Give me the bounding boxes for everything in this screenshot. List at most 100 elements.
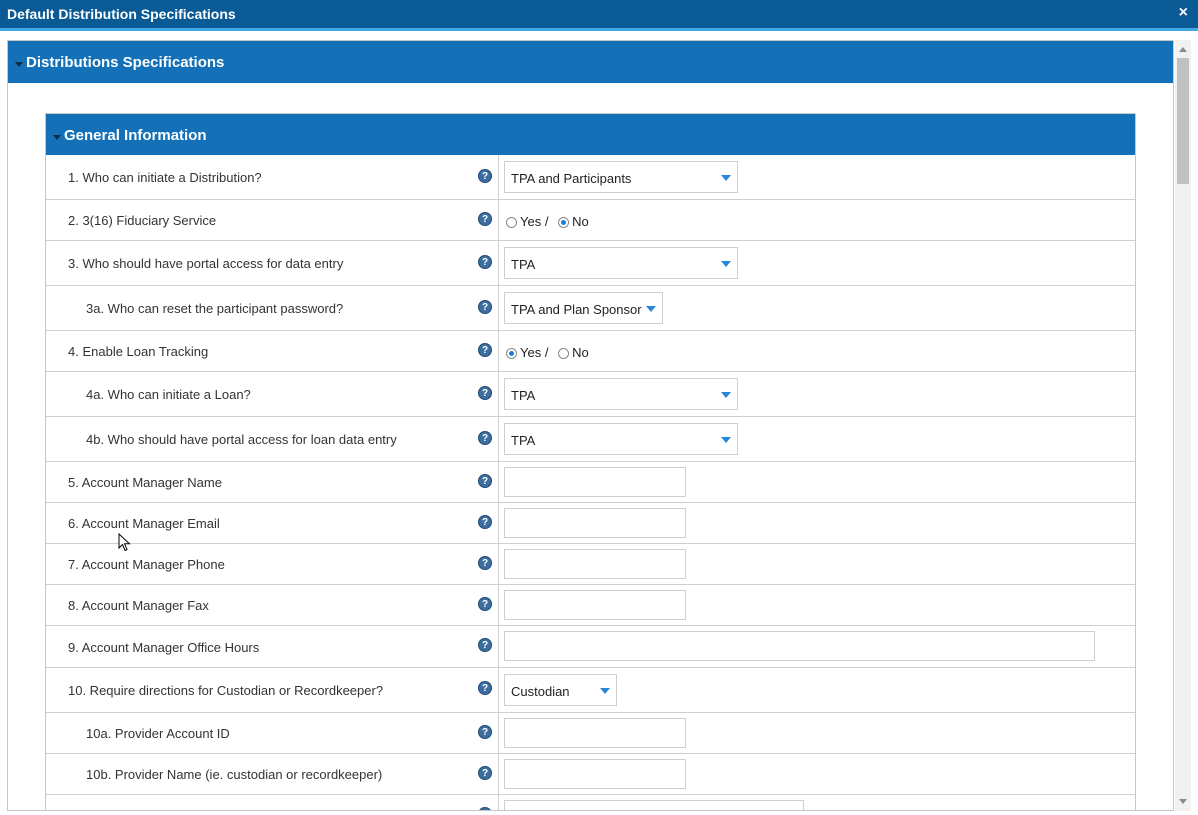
help-icon[interactable]: ? <box>478 300 492 314</box>
select-value: Custodian <box>511 684 570 699</box>
portal-access-select[interactable]: TPA <box>504 247 738 279</box>
chevron-down-icon <box>721 175 731 181</box>
form-row-initiate-distribution: 1. Who can initiate a Distribution? ? TP… <box>46 155 1135 200</box>
provider-account-id-input[interactable] <box>504 718 686 748</box>
radio-no-label: No <box>572 345 589 360</box>
dialog-content: Distributions Specifications General Inf… <box>7 40 1174 811</box>
general-information-panel: General Information 1. Who can initiate … <box>45 113 1136 810</box>
reset-password-select[interactable]: TPA and Plan Sponsor <box>504 292 663 324</box>
help-icon[interactable]: ? <box>478 212 492 226</box>
radio-yes-label: Yes / <box>520 345 549 360</box>
form-row-account-manager-name: 5. Account Manager Name ? <box>46 462 1135 503</box>
help-icon[interactable]: ? <box>478 474 492 488</box>
office-hours-input[interactable] <box>504 631 1095 661</box>
initiate-distribution-select[interactable]: TPA and Participants <box>504 161 738 193</box>
help-icon[interactable]: ? <box>478 556 492 570</box>
form-row-custodian-directions: 10. Require directions for Custodian or … <box>46 668 1135 713</box>
question-label: 4a. Who can initiate a Loan? <box>86 387 251 402</box>
vertical-scrollbar[interactable] <box>1175 40 1191 811</box>
chevron-down-icon <box>646 306 656 312</box>
form-row-loan-tracking: 4. Enable Loan Tracking ? Yes / No <box>46 331 1135 372</box>
form-row-office-hours: 9. Account Manager Office Hours ? <box>46 626 1135 668</box>
chevron-down-icon <box>600 688 610 694</box>
scroll-up-icon[interactable] <box>1179 47 1187 52</box>
select-value: TPA and Plan Sponsor <box>511 302 642 317</box>
question-label: 2. 3(16) Fiduciary Service <box>68 213 217 228</box>
select-value: TPA <box>511 388 536 403</box>
fiduciary-no-radio[interactable] <box>558 217 570 228</box>
help-icon[interactable]: ? <box>478 807 492 810</box>
select-value: TPA and Participants <box>511 171 632 186</box>
caret-down-icon <box>53 135 61 140</box>
fiduciary-yes-radio[interactable] <box>506 217 517 228</box>
question-label: 5. Account Manager Name <box>68 475 222 490</box>
question-label: 7. Account Manager Phone <box>68 557 225 572</box>
mouse-cursor-icon <box>118 533 131 552</box>
help-icon[interactable]: ? <box>478 255 492 269</box>
form-row-account-manager-fax: 8. Account Manager Fax ? <box>46 585 1135 626</box>
panel-header-general-information[interactable]: General Information <box>46 114 1135 155</box>
loan-tracking-radio-group: Yes / No <box>506 345 589 360</box>
form-row-provider-account-id: 10a. Provider Account ID ? <box>46 713 1135 754</box>
account-manager-phone-input[interactable] <box>504 549 686 579</box>
initiate-loan-select[interactable]: TPA <box>504 378 738 410</box>
dialog-title-bar: Default Distribution Specifications × <box>0 0 1198 28</box>
select-value: TPA <box>511 257 536 272</box>
account-manager-email-input[interactable] <box>504 508 686 538</box>
help-icon[interactable]: ? <box>478 725 492 739</box>
title-accent-line <box>0 28 1198 31</box>
help-icon[interactable]: ? <box>478 169 492 183</box>
help-icon[interactable]: ? <box>478 431 492 445</box>
question-label: 8. Account Manager Fax <box>68 598 209 613</box>
radio-yes-label: Yes / <box>520 214 549 229</box>
form-row-reset-password: 3a. Who can reset the participant passwo… <box>46 286 1135 331</box>
help-icon[interactable]: ? <box>478 638 492 652</box>
help-icon[interactable]: ? <box>478 766 492 780</box>
question-label: 6. Account Manager Email <box>68 516 220 531</box>
loan-tracking-no-radio[interactable] <box>558 348 570 359</box>
radio-no-label: No <box>572 214 589 229</box>
help-icon[interactable]: ? <box>478 597 492 611</box>
help-icon[interactable]: ? <box>478 515 492 529</box>
question-label: 3. Who should have portal access for dat… <box>68 256 344 271</box>
panel-title: General Information <box>64 127 207 144</box>
chevron-down-icon <box>721 261 731 267</box>
form-row-account-manager-email: 6. Account Manager Email ? <box>46 503 1135 544</box>
form-row-fiduciary-service: 2. 3(16) Fiduciary Service ? Yes / No <box>46 200 1135 241</box>
chevron-down-icon <box>721 392 731 398</box>
loan-portal-access-select[interactable]: TPA <box>504 423 738 455</box>
form-row-loan-portal-access: 4b. Who should have portal access for lo… <box>46 417 1135 462</box>
help-icon[interactable]: ? <box>478 386 492 400</box>
partial-input[interactable] <box>504 800 804 810</box>
form-row-account-manager-phone: 7. Account Manager Phone ? <box>46 544 1135 585</box>
provider-name-input[interactable] <box>504 759 686 789</box>
section-header-distributions[interactable]: Distributions Specifications <box>8 41 1173 83</box>
question-label: 4b. Who should have portal access for lo… <box>86 432 397 447</box>
question-label: 10b. Provider Name (ie. custodian or rec… <box>86 767 383 782</box>
fiduciary-radio-group: Yes / No <box>506 214 589 229</box>
help-icon[interactable]: ? <box>478 343 492 357</box>
caret-down-icon <box>15 62 23 67</box>
form-row-partial: ? <box>46 795 1135 810</box>
question-label: 3a. Who can reset the participant passwo… <box>86 301 344 316</box>
close-icon[interactable]: × <box>1179 4 1188 22</box>
loan-tracking-yes-radio[interactable] <box>506 348 517 359</box>
question-label: 10a. Provider Account ID <box>86 726 230 741</box>
dialog-title: Default Distribution Specifications <box>7 6 236 22</box>
account-manager-fax-input[interactable] <box>504 590 686 620</box>
chevron-down-icon <box>721 437 731 443</box>
custodian-directions-select[interactable]: Custodian <box>504 674 617 706</box>
form-row-initiate-loan: 4a. Who can initiate a Loan? ? TPA <box>46 372 1135 417</box>
question-label: 1. Who can initiate a Distribution? <box>68 170 262 185</box>
select-value: TPA <box>511 433 536 448</box>
form-row-provider-name: 10b. Provider Name (ie. custodian or rec… <box>46 754 1135 795</box>
question-label: 10. Require directions for Custodian or … <box>68 683 384 698</box>
help-icon[interactable]: ? <box>478 681 492 695</box>
question-label: 4. Enable Loan Tracking <box>68 344 209 359</box>
question-label: 9. Account Manager Office Hours <box>68 640 260 655</box>
scrollbar-thumb[interactable] <box>1177 58 1189 184</box>
scroll-down-icon[interactable] <box>1179 799 1187 804</box>
account-manager-name-input[interactable] <box>504 467 686 497</box>
section-title: Distributions Specifications <box>26 54 225 71</box>
form-row-portal-access: 3. Who should have portal access for dat… <box>46 241 1135 286</box>
